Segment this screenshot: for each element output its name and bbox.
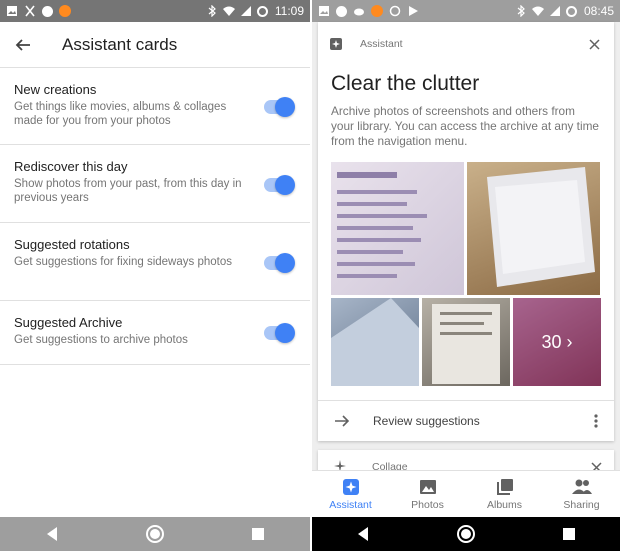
wifi-icon <box>531 6 544 16</box>
arrow-back-icon <box>15 38 30 51</box>
suggested-photo[interactable] <box>331 298 419 386</box>
square-recents-icon <box>562 528 575 540</box>
suggested-photo[interactable] <box>422 298 510 386</box>
tab-label: Albums <box>486 498 522 511</box>
review-suggestions-label: Review suggestions <box>373 413 480 428</box>
setting-title: Suggested Archive <box>14 315 123 330</box>
sharing-icon <box>571 479 592 494</box>
setting-title: Suggested rotations <box>14 237 130 252</box>
clock: 11:09 <box>274 4 304 18</box>
assistant-icon <box>342 478 359 495</box>
nav-recents-button[interactable] <box>243 519 273 549</box>
tab-label: Assistant <box>329 498 372 511</box>
system-nav-bar <box>0 517 310 551</box>
setting-description: Get suggestions to archive photos <box>14 334 188 346</box>
new-creations-toggle[interactable] <box>264 97 295 117</box>
nav-recents-button[interactable] <box>554 519 584 549</box>
signal-icon <box>240 6 251 16</box>
setting-rediscover-this-day[interactable]: Rediscover this day Show photos from you… <box>0 145 310 223</box>
suggested-archive-toggle[interactable] <box>264 323 295 343</box>
image-notification-icon <box>319 6 329 16</box>
receipt-thumbnail <box>432 304 500 384</box>
tab-assistant[interactable]: Assistant <box>312 471 389 517</box>
rediscover-toggle[interactable] <box>264 175 295 195</box>
albums-icon <box>496 478 513 495</box>
orange-app-notification-icon <box>371 5 383 17</box>
toggle-knob <box>275 323 295 343</box>
whatsapp-notification-icon <box>336 5 347 17</box>
wifi-icon <box>222 6 235 16</box>
card-header: Assistant <box>330 32 604 56</box>
card-title: Clear the clutter <box>331 72 480 95</box>
assistant-icon <box>330 38 342 50</box>
signal-icon <box>549 6 560 16</box>
setting-new-creations[interactable]: New creations Get things like movies, al… <box>0 68 310 145</box>
nav-home-button[interactable] <box>451 519 481 549</box>
toggle-knob <box>275 97 295 117</box>
setting-title: New creations <box>14 82 97 97</box>
clock: 08:45 <box>583 4 614 18</box>
setting-description: Show photos from your past, from this da… <box>14 178 242 204</box>
left-screen: 11:09 Assistant cards New creations Get … <box>0 0 310 551</box>
dismiss-card-button[interactable] <box>584 34 604 54</box>
document-thumbnail <box>487 167 595 287</box>
right-screen: 08:45 Assistant Clear the clutter Archiv… <box>312 0 620 551</box>
battery-icon <box>256 5 268 17</box>
more-vert-icon <box>594 413 598 428</box>
back-button[interactable] <box>0 22 46 68</box>
tab-label: Sharing <box>563 498 600 511</box>
bluetooth-icon <box>517 5 525 17</box>
screenshot-thumbnail <box>337 172 427 278</box>
card-source-label: Assistant <box>360 38 403 50</box>
tab-albums[interactable]: Albums <box>466 471 543 517</box>
tab-photos[interactable]: Photos <box>389 471 466 517</box>
page-title: Assistant cards <box>62 34 178 54</box>
app-bar: Assistant cards <box>0 22 310 68</box>
setting-suggested-rotations[interactable]: Suggested rotations Get suggestions for … <box>0 223 310 301</box>
document-thumbnail <box>331 298 419 386</box>
tab-sharing[interactable]: Sharing <box>543 471 620 517</box>
home-circle-icon <box>456 525 475 543</box>
toggle-knob <box>275 253 295 273</box>
nav-back-button[interactable] <box>348 519 378 549</box>
setting-description: Get things like movies, albums & collage… <box>14 101 227 127</box>
nav-back-button[interactable] <box>37 519 67 549</box>
suggested-photo[interactable] <box>331 162 464 295</box>
x-notification-icon <box>25 5 35 17</box>
more-photos-tile[interactable]: 30 › <box>513 298 601 386</box>
triangle-back-icon <box>358 527 369 541</box>
bottom-navigation: Assistant Photos Albums Sharing <box>312 470 620 517</box>
suggested-rotations-toggle[interactable] <box>264 253 295 273</box>
clear-the-clutter-card: Assistant Clear the clutter Archive phot… <box>318 22 614 441</box>
triangle-back-icon <box>46 527 57 541</box>
tab-label: Photos <box>411 498 444 511</box>
setting-description: Get suggestions for fixing sideways phot… <box>14 256 232 268</box>
image-notification-icon <box>7 6 17 16</box>
close-icon <box>588 38 600 50</box>
whatsapp-notification-icon <box>42 5 53 17</box>
more-count: 30 › <box>513 298 601 386</box>
more-options-button[interactable] <box>588 409 604 433</box>
suggested-photo[interactable] <box>467 162 600 295</box>
bluetooth-icon <box>208 5 216 17</box>
photos-icon <box>419 479 436 494</box>
system-nav-bar <box>312 517 620 551</box>
arrow-forward-icon <box>322 401 362 441</box>
play-notification-icon <box>409 6 418 16</box>
toggle-knob <box>275 175 295 195</box>
card-description: Archive photos of screenshots and others… <box>331 104 599 148</box>
setting-title: Rediscover this day <box>14 159 128 174</box>
cloud-notification-icon <box>354 8 364 16</box>
battery-icon <box>565 5 577 17</box>
sync-notification-icon <box>389 5 401 17</box>
square-recents-icon <box>252 528 265 540</box>
orange-app-notification-icon <box>59 5 71 17</box>
status-bar: 11:09 <box>0 0 310 22</box>
review-suggestions-row[interactable]: Review suggestions <box>318 400 614 440</box>
nav-home-button[interactable] <box>140 519 170 549</box>
status-bar: 08:45 <box>312 0 620 22</box>
setting-suggested-archive[interactable]: Suggested Archive Get suggestions to arc… <box>0 301 310 365</box>
home-circle-icon <box>145 525 164 543</box>
